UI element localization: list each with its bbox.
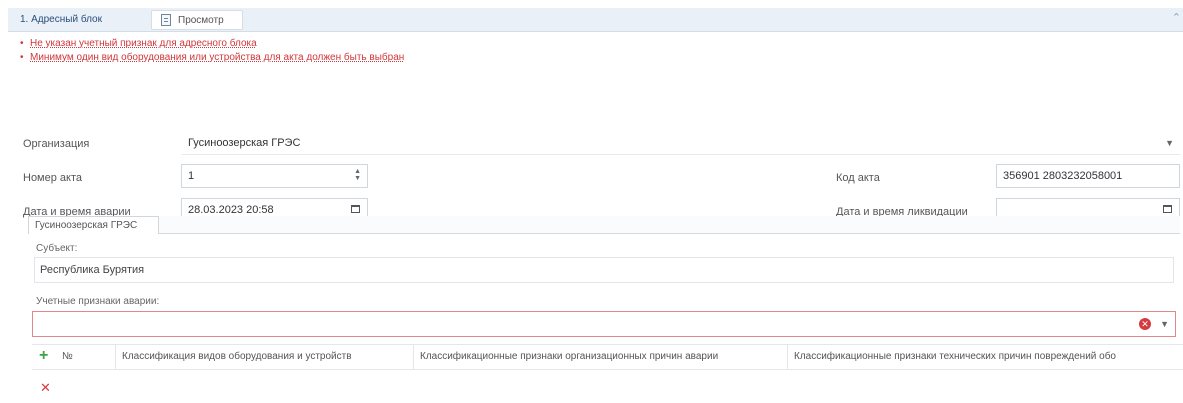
column-header-technical-causes[interactable]: Классификационные признаки технических п…	[788, 345, 1183, 369]
view-button-label: Просмотр	[178, 15, 224, 26]
subject-field: Республика Бурятия	[34, 257, 1174, 283]
act-number-value: 1	[188, 170, 195, 182]
act-number-input[interactable]: 1 ▲ ▼	[181, 164, 368, 188]
grid-divider	[32, 369, 1183, 370]
column-header-equipment[interactable]: Классификация видов оборудования и устро…	[116, 345, 414, 369]
organization-label: Организация	[23, 138, 90, 150]
act-number-label: Номер акта	[23, 172, 83, 184]
chevron-down-icon[interactable]: ▼	[1165, 138, 1174, 148]
chevron-down-icon[interactable]: ▼	[1160, 319, 1169, 329]
document-icon	[161, 14, 171, 26]
tab-strip: Гусиноозерская ГРЭС	[28, 216, 1180, 234]
calendar-icon[interactable]	[1163, 205, 1172, 213]
accident-signs-label: Учетные признаки аварии:	[36, 296, 160, 307]
grid-header: + № Классификация видов оборудования и у…	[32, 345, 1183, 369]
subject-value: Республика Бурятия	[40, 264, 145, 276]
plus-icon[interactable]: +	[39, 348, 48, 364]
act-code-input[interactable]: 356901 2803232058001	[996, 164, 1180, 188]
error-message: Минимум один вид оборудования или устрой…	[20, 51, 404, 65]
clear-icon[interactable]: ✕	[1139, 318, 1151, 330]
validation-errors: Не указан учетный признак для адресного …	[20, 37, 404, 65]
subject-label: Субъект:	[36, 243, 78, 254]
address-block-header: 1. Адресный блок Просмотр ⌃	[8, 8, 1183, 32]
accident-signs-select[interactable]: ✕ ▼	[32, 311, 1176, 337]
equipment-grid: + № Классификация видов оборудования и у…	[32, 344, 1183, 403]
organization-select[interactable]: Гусиноозерская ГРЭС ▼	[181, 131, 1181, 155]
chevron-up-icon[interactable]: ⌃	[1172, 11, 1181, 24]
error-message: Не указан учетный признак для адресного …	[20, 37, 404, 51]
view-button[interactable]: Просмотр	[151, 10, 243, 30]
column-header-number[interactable]: №	[56, 345, 116, 369]
tab-station[interactable]: Гусиноозерская ГРЭС	[28, 216, 159, 234]
panel-title: 1. Адресный блок	[20, 14, 102, 25]
delete-icon[interactable]: ✕	[40, 381, 51, 394]
act-code-value: 356901 2803232058001	[1003, 170, 1123, 182]
organization-value: Гусиноозерская ГРЭС	[188, 137, 301, 149]
column-header-organizational-causes[interactable]: Классификационные признаки организационн…	[414, 345, 788, 369]
calendar-icon[interactable]	[351, 205, 360, 213]
accident-datetime-value: 28.03.2023 20:58	[188, 204, 274, 216]
act-code-label: Код акта	[836, 172, 880, 184]
spinner-icon[interactable]: ▲ ▼	[354, 168, 361, 182]
